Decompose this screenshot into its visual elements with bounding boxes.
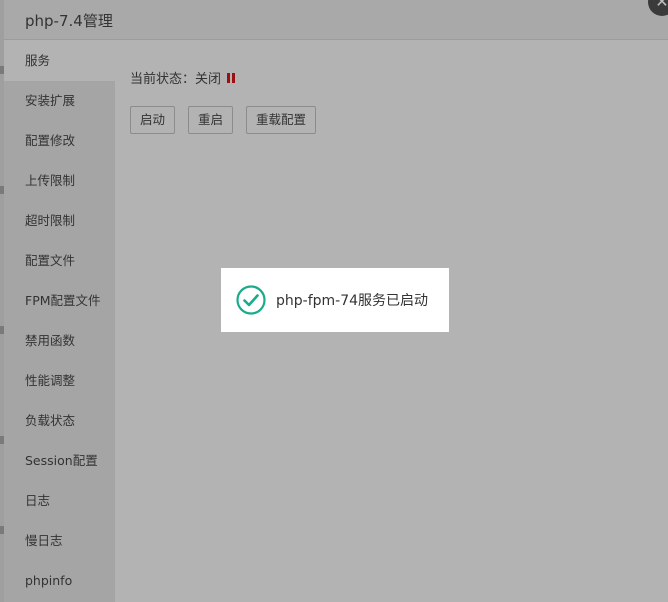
service-actions: 启动 重启 重载配置 — [130, 106, 317, 134]
sidebar-item-session-config[interactable]: Session配置 — [4, 441, 115, 481]
sidebar-nav: 服务 安装扩展 配置修改 上传限制 超时限制 配置文件 FPM配置文件 禁用函数… — [4, 41, 115, 602]
sidebar-item-install-extension[interactable]: 安装扩展 — [4, 81, 115, 121]
success-toast: php-fpm-74服务已启动 — [221, 268, 449, 332]
sidebar-item-phpinfo[interactable]: phpinfo — [4, 561, 115, 601]
sidebar-item-disabled-functions[interactable]: 禁用函数 — [4, 321, 115, 361]
pause-icon — [227, 72, 236, 83]
sidebar-item-log[interactable]: 日志 — [4, 481, 115, 521]
restart-button[interactable]: 重启 — [188, 106, 234, 134]
start-button[interactable]: 启动 — [130, 106, 176, 134]
sidebar-item-slow-log[interactable]: 慢日志 — [4, 521, 115, 561]
service-status: 当前状态：关闭 — [130, 68, 236, 87]
reload-config-button[interactable]: 重载配置 — [246, 106, 317, 134]
sidebar-item-fpm-config-file[interactable]: FPM配置文件 — [4, 281, 115, 321]
dialog-title-bar[interactable]: php-7.4管理 — [4, 0, 668, 40]
sidebar-item-performance-tuning[interactable]: 性能调整 — [4, 361, 115, 401]
dialog-title: php-7.4管理 — [25, 12, 113, 30]
sidebar-item-timeout-limit[interactable]: 超时限制 — [4, 201, 115, 241]
sidebar-item-upload-limit[interactable]: 上传限制 — [4, 161, 115, 201]
status-text: 当前状态：关闭 — [130, 72, 222, 87]
toast-message: php-fpm-74服务已启动 — [276, 293, 429, 309]
sidebar-item-service[interactable]: 服务 — [4, 41, 115, 81]
sidebar-item-config-modify[interactable]: 配置修改 — [4, 121, 115, 161]
sidebar-item-load-status[interactable]: 负载状态 — [4, 401, 115, 441]
sidebar-item-config-file[interactable]: 配置文件 — [4, 241, 115, 281]
check-circle-icon — [236, 285, 266, 315]
